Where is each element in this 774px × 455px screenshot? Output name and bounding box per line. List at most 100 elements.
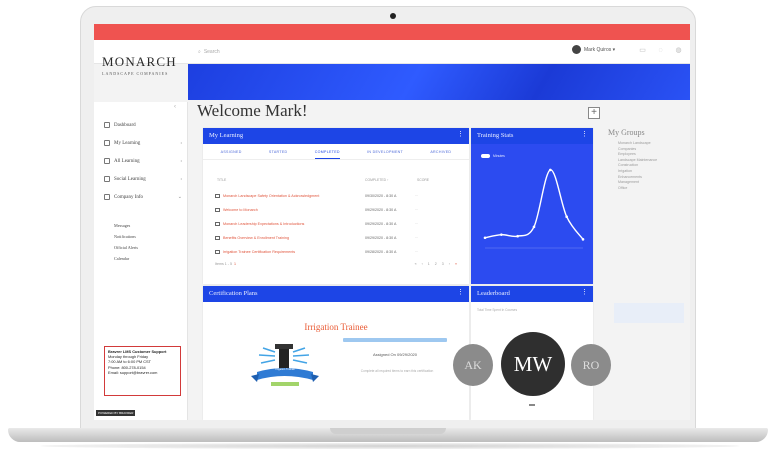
card-title: Certification Plans — [209, 290, 258, 297]
data-point[interactable] — [565, 215, 568, 218]
data-point[interactable] — [516, 234, 519, 238]
first-page-button[interactable]: « — [415, 262, 417, 266]
prev-page-button[interactable]: ‹ — [422, 262, 423, 266]
certification-note: Complete all required items to earn this… — [360, 369, 434, 373]
sidebar-subitem-calendar[interactable]: Calendar — [114, 256, 129, 261]
row-more-icon[interactable]: ··· — [415, 236, 418, 240]
collapse-sidebar-icon[interactable]: ‹ — [174, 104, 176, 110]
row-more-icon[interactable]: ··· — [415, 250, 418, 254]
folder-icon — [104, 158, 110, 164]
sidebar-item-label: Social Learning — [114, 176, 146, 182]
data-point[interactable] — [500, 233, 503, 236]
cart-icon[interactable]: ▭ — [638, 46, 647, 55]
data-point[interactable] — [581, 238, 585, 241]
sidebar-item-all-learning[interactable]: All Learning › — [104, 158, 182, 164]
settings-icon[interactable]: ◌ — [656, 46, 665, 55]
chevron-down-icon: ⌄ — [177, 195, 182, 200]
course-title[interactable]: Welcome to Monarch — [223, 208, 361, 212]
chevron-right-icon: › — [180, 140, 182, 146]
tab-assigned[interactable]: ASSIGNED — [221, 150, 242, 159]
row-more-icon[interactable]: ··· — [415, 222, 418, 226]
course-icon — [215, 250, 220, 254]
course-title[interactable]: Monarch Landscape Safety Orientation & A… — [223, 194, 361, 198]
table-row[interactable]: Irrigation Trainee Certification Require… — [215, 248, 455, 256]
add-widget-button[interactable]: + — [588, 107, 600, 119]
tab-in-development[interactable]: IN DEVELOPMENT — [367, 150, 403, 159]
tab-started[interactable]: STARTED — [269, 150, 288, 159]
more-options-icon[interactable]: ⋮ — [457, 131, 464, 138]
chevron-right-icon: › — [180, 158, 182, 164]
groups-list: Monarch Landscape Companies Employees La… — [596, 141, 690, 191]
more-options-icon[interactable]: ⋮ — [581, 131, 588, 138]
column-score[interactable]: SCORE — [417, 178, 429, 182]
sidebar-item-label: Dashboard — [114, 122, 136, 128]
user-menu[interactable]: Mark Quiros ▾ — [572, 45, 615, 54]
tab-completed[interactable]: COMPLETED — [314, 150, 340, 159]
row-more-icon[interactable]: ··· — [415, 194, 418, 198]
sidebar-item-my-learning[interactable]: My Learning › — [104, 140, 182, 146]
sidebar-item-label: My Learning — [114, 140, 141, 146]
card-title: Leaderboard — [477, 290, 510, 297]
course-icon — [215, 208, 220, 212]
last-page-button[interactable]: » — [455, 262, 457, 266]
data-point[interactable] — [549, 168, 552, 172]
page-title: Welcome Mark! — [197, 101, 308, 120]
sidebar-item-company-info[interactable]: Company Info ⌄ — [104, 194, 182, 200]
tab-archived[interactable]: ARCHIVED — [430, 150, 451, 159]
brand-logo[interactable]: MONARCH LANDSCAPE COMPANIES — [102, 54, 188, 76]
learning-tabs: ASSIGNED STARTED COMPLETED IN DEVELOPMEN… — [203, 144, 469, 160]
course-title[interactable]: Irrigation Trainee Certification Require… — [223, 250, 361, 254]
brand-name: MONARCH — [102, 54, 177, 69]
table-row[interactable]: Monarch Leadership Expectations & Introd… — [215, 220, 455, 228]
training-stats-card: Training Stats ⋮ Minutes — [471, 128, 593, 284]
certification-name[interactable]: Irrigation Trainee — [203, 322, 469, 332]
course-title[interactable]: Benefits Overview & Enrollment Training — [223, 236, 361, 240]
pager-buttons: « ‹ 1 2 3 › » — [415, 262, 457, 266]
more-options-icon[interactable]: ⋮ — [581, 289, 588, 296]
leaderboard-card: Leaderboard ⋮ Total Time Spent In Course… — [453, 286, 611, 420]
course-icon — [215, 194, 220, 198]
more-options-icon[interactable]: ⋮ — [457, 289, 464, 296]
card-header: Certification Plans ⋮ — [203, 286, 469, 302]
search-input[interactable]: Search — [204, 49, 220, 55]
sprinkler-badge-icon — [251, 344, 319, 386]
data-point[interactable] — [483, 236, 487, 240]
row-more-icon[interactable]: ··· — [415, 208, 418, 212]
page-2-button[interactable]: 2 — [435, 262, 437, 266]
sidebar-subitem-alerts[interactable]: Official Alerts — [114, 245, 138, 250]
course-date: 09/30/2020 - 8:30 A — [365, 194, 397, 198]
page-1-button[interactable]: 1 — [428, 262, 430, 266]
course-date: 09/28/2020 - 8:30 A — [365, 250, 397, 254]
data-point[interactable] — [532, 225, 536, 229]
current-page: 1 — [233, 262, 236, 266]
pagination: Items 1 - 5 1 « ‹ 1 2 3 › » — [215, 262, 457, 266]
carousel-indicator[interactable] — [529, 404, 535, 406]
leaderboard-avatar-left[interactable]: AK — [453, 344, 493, 386]
laptop-notch — [330, 428, 446, 434]
sidebar-subitem-messages[interactable]: Messages — [114, 223, 130, 228]
card-title: Training Stats — [477, 132, 514, 139]
app-screen: MONARCH LANDSCAPE COMPANIES ⌕ Search Mar… — [94, 24, 690, 420]
sidebar-item-social-learning[interactable]: Social Learning › — [104, 176, 182, 182]
leaderboard-avatar-right[interactable]: RO — [571, 344, 611, 386]
page-3-button[interactable]: 3 — [442, 262, 444, 266]
notifications-icon[interactable]: ◍ — [674, 46, 683, 55]
search-box[interactable]: ⌕ Search — [198, 46, 318, 57]
sidebar-subitem-notifications[interactable]: Notifications — [114, 234, 136, 239]
laptop-shadow — [40, 443, 740, 449]
sidebar-item-dashboard[interactable]: Dashboard — [104, 122, 182, 128]
my-groups: My Groups Monarch Landscape Companies Em… — [596, 128, 690, 323]
course-title[interactable]: Monarch Leadership Expectations & Introd… — [223, 222, 361, 226]
next-page-button[interactable]: › — [449, 262, 450, 266]
support-email-link[interactable]: support@bravrer.com — [120, 370, 157, 375]
my-learning-card: My Learning ⋮ ASSIGNED STARTED COMPLETED… — [203, 128, 469, 284]
table-row[interactable]: Monarch Landscape Safety Orientation & A… — [215, 192, 455, 200]
table-row[interactable]: Benefits Overview & Enrollment Training … — [215, 234, 455, 242]
column-completed[interactable]: COMPLETED ↑ — [365, 178, 389, 182]
column-title[interactable]: TITLE — [217, 178, 226, 182]
table-row[interactable]: Welcome to Monarch 09/29/2020 - 8:30 A ·… — [215, 206, 455, 214]
leaderboard-avatar-center[interactable]: MW — [501, 332, 565, 396]
sidebar-item-label: All Learning — [114, 158, 140, 164]
avatar — [572, 45, 581, 54]
group-item[interactable]: Office — [618, 186, 690, 192]
